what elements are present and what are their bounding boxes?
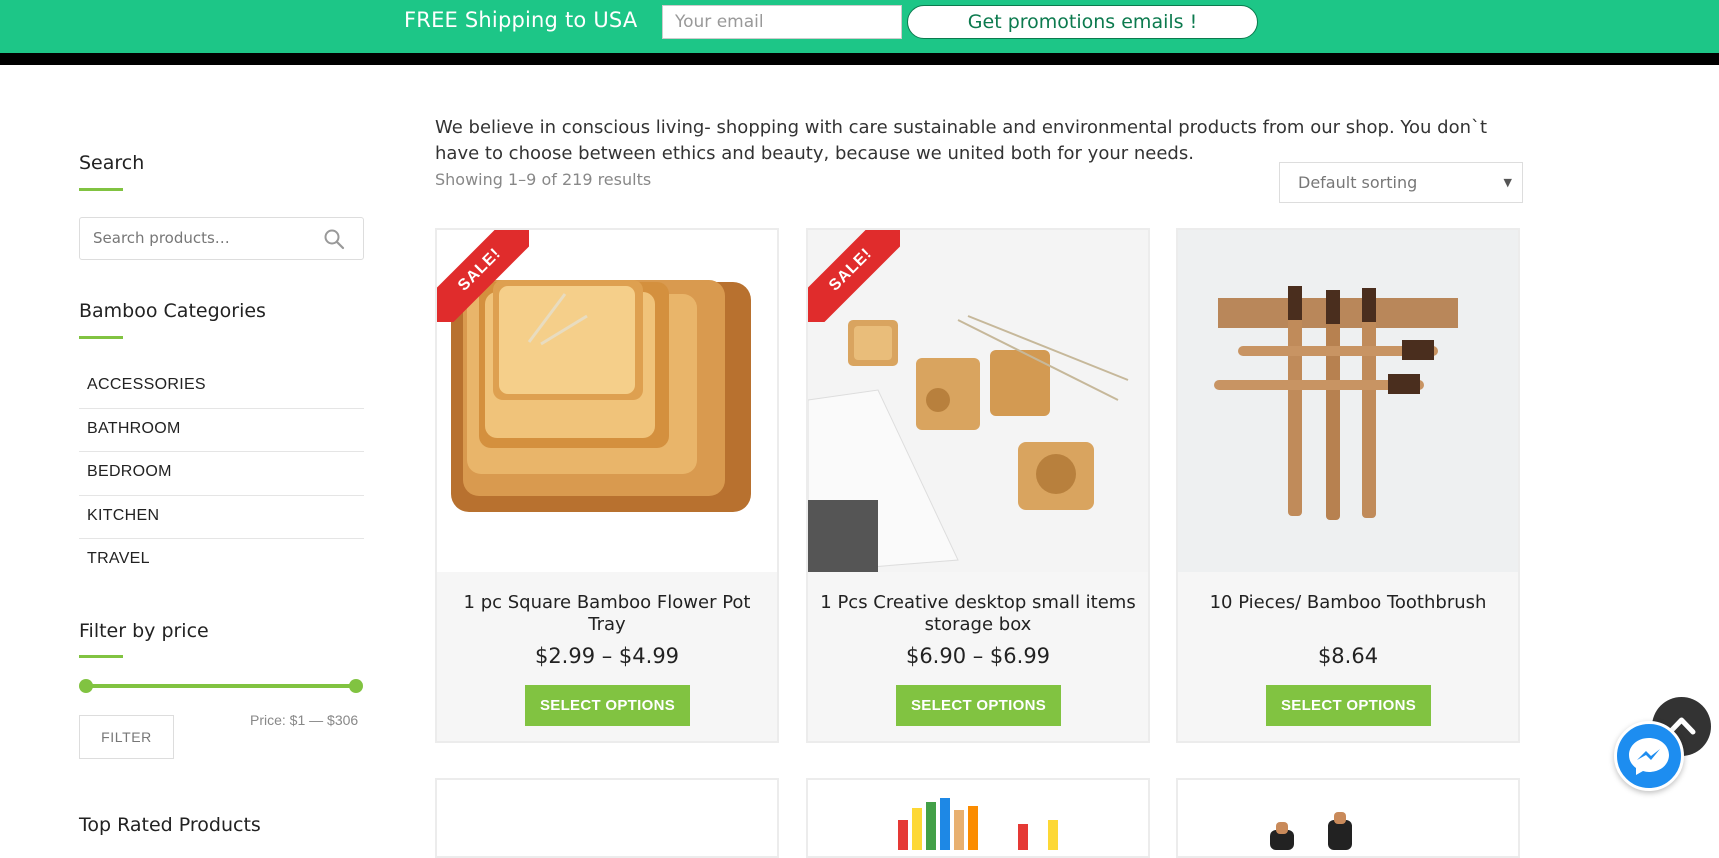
promotions-button[interactable]: Get promotions emails ! [907,5,1258,39]
shop-intro-text: We believe in conscious living- shopping… [435,117,1488,164]
result-count: Showing 1–9 of 219 results [435,170,652,189]
categories-widget-title: Bamboo Categories [79,300,266,322]
category-list: ACCESSORIES BATHROOM BEDROOM KITCHEN TRA… [79,365,364,583]
search-icon[interactable] [323,228,345,250]
shipping-text: FREE Shipping to USA [404,8,638,32]
price-slider-track [86,684,356,688]
product-card[interactable] [806,778,1150,858]
select-options-button[interactable]: SELECT OPTIONS [1266,685,1431,726]
product-card[interactable]: 10 Pieces/ Bamboo Toothbrush $8.64 SELEC… [1176,228,1520,743]
price-slider-min-handle[interactable] [79,679,93,693]
title-underline [79,188,123,191]
chevron-down-icon: ▼ [1503,176,1512,189]
category-item-accessories[interactable]: ACCESSORIES [79,365,364,409]
sale-badge: SALE! [808,230,900,322]
select-options-button[interactable]: SELECT OPTIONS [525,685,690,726]
product-price: $2.99 – $4.99 [534,644,680,668]
messenger-icon [1629,738,1669,775]
email-input[interactable]: Your email [662,5,902,39]
sorting-value: Default sorting [1298,173,1418,192]
product-name[interactable]: 1 pc Square Bamboo Flower Pot Tray [447,592,767,636]
category-item-kitchen[interactable]: KITCHEN [79,496,364,539]
product-image[interactable] [1178,230,1518,572]
category-item-bathroom[interactable]: BATHROOM [79,409,364,452]
title-underline [79,336,123,339]
sale-badge: SALE! [437,230,529,322]
product-image[interactable] [1178,780,1518,850]
price-slider-max-handle[interactable] [349,679,363,693]
product-name[interactable]: 10 Pieces/ Bamboo Toothbrush [1188,592,1508,614]
product-card[interactable]: SALE! 1 Pcs Creative desktop small items… [806,228,1150,743]
search-widget-title: Search [79,152,145,174]
category-item-travel[interactable]: TRAVEL [79,539,364,583]
category-item-bedroom[interactable]: BEDROOM [79,452,364,496]
price-range-label: Price: $1 — $306 [250,712,359,728]
search-input[interactable]: Search products… [79,217,364,260]
messenger-button[interactable] [1614,721,1684,791]
top-rated-widget-title: Top Rated Products [79,814,261,836]
product-card[interactable]: SALE! 1 pc Square Bamboo Flower Pot Tray… [435,228,779,743]
product-price: $6.90 – $6.99 [905,644,1051,668]
product-card[interactable] [1176,778,1520,858]
product-card[interactable] [435,778,779,858]
filter-button[interactable]: FILTER [79,715,174,759]
title-underline [79,655,123,658]
select-options-button[interactable]: SELECT OPTIONS [896,685,1061,726]
product-price: $8.64 [1317,644,1379,668]
promo-bar: FREE Shipping to USA Your email Get prom… [0,0,1719,53]
search-placeholder: Search products… [93,229,230,247]
filter-widget-title: Filter by price [79,620,209,642]
header-divider [0,53,1719,65]
product-image[interactable] [808,780,1148,850]
sorting-select[interactable]: Default sorting ▼ [1279,162,1523,203]
product-name[interactable]: 1 Pcs Creative desktop small items stora… [818,592,1138,636]
